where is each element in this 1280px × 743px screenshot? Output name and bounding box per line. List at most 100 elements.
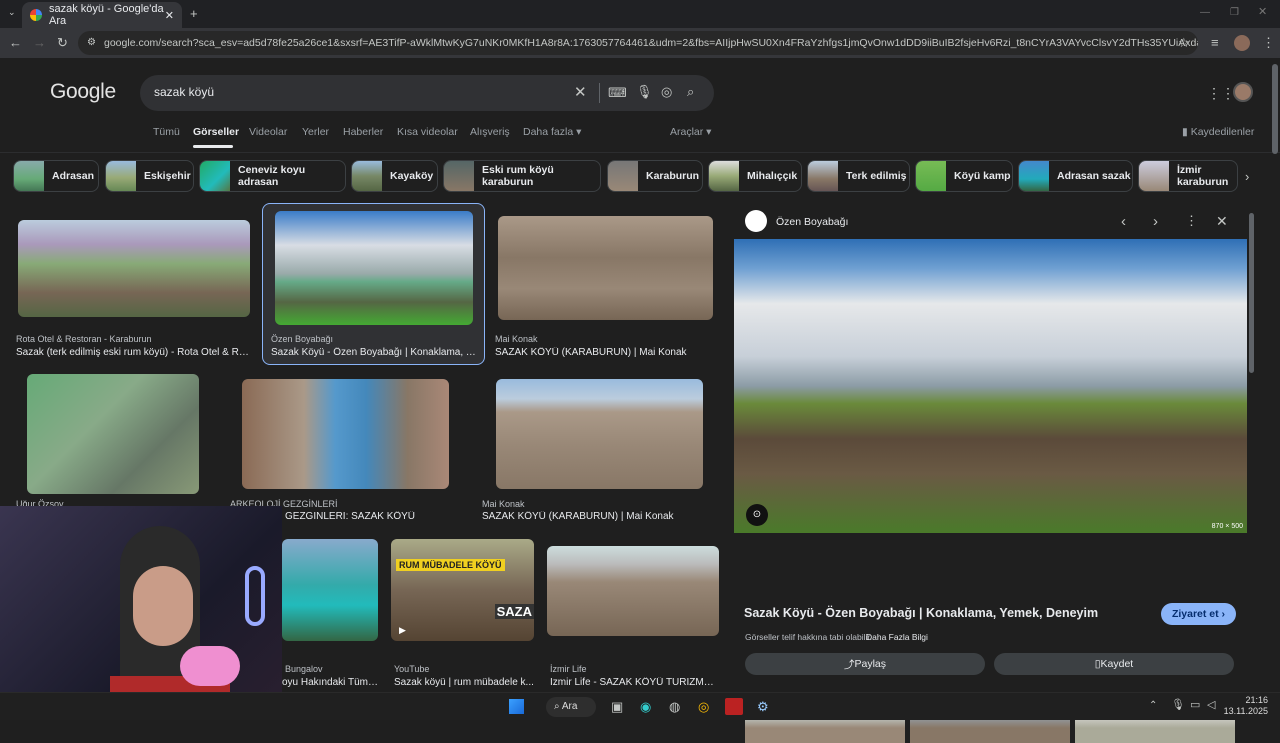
taskbar-search[interactable]: ⌕ Ara bbox=[546, 697, 596, 717]
chip[interactable]: Adrasan bbox=[13, 160, 99, 192]
tab-strip: ⌄ sazak köyü - Google'da Ara ✕ + — ❐ ✕ bbox=[0, 0, 1280, 28]
minimize-icon[interactable]: — bbox=[1200, 8, 1210, 18]
result-title[interactable]: İzmir Life - SAZAK KÖYÜ TURİZME ... bbox=[550, 677, 720, 688]
chip[interactable]: Mihalıççık bbox=[708, 160, 802, 192]
result-image[interactable] bbox=[547, 546, 719, 636]
tools-button[interactable]: Araçlar ▾ bbox=[670, 126, 711, 138]
result-image[interactable] bbox=[27, 374, 199, 494]
tray-overflow-icon[interactable]: ⌃ bbox=[1149, 701, 1157, 711]
url-input[interactable]: ⚙ google.com/search?sca_esv=ad5d78fe25a2… bbox=[78, 31, 1198, 55]
tab-videos[interactable]: Videolar bbox=[249, 126, 287, 138]
lens-icon[interactable]: ◎ bbox=[661, 85, 672, 98]
clock-time[interactable]: 21:16 bbox=[1228, 695, 1268, 705]
tab-short-videos[interactable]: Kısa videolar bbox=[397, 126, 458, 138]
close-tab-icon[interactable]: ✕ bbox=[165, 9, 174, 22]
saved-link[interactable]: ▮ Kaydedilenler bbox=[1182, 126, 1254, 138]
media-icon[interactable]: ≡ bbox=[1211, 36, 1219, 49]
tab-more[interactable]: Daha fazla ▾ bbox=[523, 126, 581, 138]
panel-scrollbar[interactable] bbox=[1249, 213, 1254, 373]
chip[interactable]: Adrasan sazak bbox=[1018, 160, 1133, 192]
chip-thumb bbox=[808, 161, 838, 191]
lens-search-icon[interactable]: ⊙ bbox=[746, 504, 768, 526]
chip[interactable]: Karaburun bbox=[607, 160, 703, 192]
preview-image[interactable]: ⊙ 870 × 500 bbox=[734, 239, 1247, 533]
tab-search-icon[interactable]: ⌄ bbox=[8, 8, 16, 17]
steam-icon[interactable]: ⚙ bbox=[757, 700, 769, 713]
site-info-icon[interactable]: ⚙ bbox=[87, 31, 96, 55]
back-icon[interactable]: ← bbox=[9, 36, 22, 49]
tab-all[interactable]: Tümü bbox=[153, 126, 180, 138]
chip[interactable]: Eski rum köyü karaburun bbox=[443, 160, 601, 192]
result-image[interactable] bbox=[275, 211, 473, 325]
result-title[interactable]: GEZGİNLERİ: SAZAK KÖYÜ bbox=[285, 511, 465, 522]
apps-grid-icon[interactable]: ⋮⋮ bbox=[1207, 86, 1235, 100]
divider bbox=[0, 152, 1280, 153]
browser-menu-icon[interactable]: ⋮ bbox=[1262, 36, 1275, 49]
taskbar: ⌕ Ara ▣ ◉ ◍ ◎ ⚙ ⌃ 🎙 ▭ ◁ 21:16 13.11.2025 bbox=[0, 692, 1280, 720]
app-icon[interactable] bbox=[725, 698, 743, 715]
bookmark-star-icon[interactable]: ☆ bbox=[1178, 36, 1190, 49]
clear-icon[interactable]: ✕ bbox=[574, 85, 587, 100]
result-title[interactable]: SAZAK KÖYÜ (KARABURUN) | Mai Konak bbox=[482, 511, 712, 522]
video-thumbnail[interactable]: RUM MÜBADELE KÖYÜ SAZA ▶ bbox=[391, 539, 534, 641]
result-image[interactable] bbox=[496, 379, 703, 489]
restore-icon[interactable]: ❐ bbox=[1230, 8, 1239, 18]
share-button[interactable]: ⤴ Paylaş bbox=[745, 653, 985, 675]
chip-thumb bbox=[1019, 161, 1049, 191]
close-panel-icon[interactable]: ✕ bbox=[1216, 214, 1228, 228]
chips-next-icon[interactable]: › bbox=[1245, 170, 1249, 183]
forward-icon[interactable]: → bbox=[33, 36, 46, 49]
clock-date[interactable]: 13.11.2025 bbox=[1220, 706, 1268, 716]
chip[interactable]: Terk edilmiş bbox=[807, 160, 910, 192]
reload-icon[interactable]: ↻ bbox=[57, 36, 68, 49]
result-image[interactable] bbox=[242, 379, 449, 489]
app-icon[interactable]: ◍ bbox=[669, 700, 680, 713]
window-close-icon[interactable]: ✕ bbox=[1258, 7, 1267, 18]
tab-shopping[interactable]: Alışveriş bbox=[470, 126, 510, 138]
next-icon[interactable]: › bbox=[1153, 214, 1158, 229]
result-image[interactable] bbox=[18, 220, 250, 317]
result-title[interactable]: Sazak köyü | rum mübadele k... bbox=[394, 677, 534, 688]
profile-avatar[interactable] bbox=[1234, 35, 1250, 51]
chip[interactable]: Eskişehir bbox=[105, 160, 194, 192]
task-view-icon[interactable]: ▣ bbox=[611, 700, 623, 713]
chip[interactable]: Ceneviz koyu adrasan bbox=[199, 160, 346, 192]
google-logo[interactable]: Google bbox=[50, 80, 116, 104]
browser-tab[interactable]: sazak köyü - Google'da Ara ✕ bbox=[22, 2, 182, 28]
result-image[interactable] bbox=[282, 539, 378, 641]
search-box[interactable]: sazak köyü ✕ ⌨ 🎙 ◎ ⌕ bbox=[140, 75, 714, 111]
chip[interactable]: Köyü kamp bbox=[915, 160, 1013, 192]
result-title[interactable]: Sazak Köyü - Özen Boyabağı | Konaklama, … bbox=[271, 347, 476, 358]
visit-button[interactable]: Ziyaret et › bbox=[1161, 603, 1236, 625]
search-icon[interactable]: ⌕ bbox=[687, 85, 694, 98]
chip[interactable]: Kayaköy bbox=[351, 160, 438, 192]
tab-news[interactable]: Haberler bbox=[343, 126, 383, 138]
tab-places[interactable]: Yerler bbox=[302, 126, 329, 138]
new-tab-icon[interactable]: + bbox=[190, 7, 198, 20]
result-image[interactable] bbox=[498, 216, 713, 320]
panel-source[interactable]: Özen Boyabağı bbox=[776, 216, 848, 228]
volume-icon[interactable]: ◁ bbox=[1207, 700, 1215, 711]
more-options-icon[interactable]: ⋮ bbox=[1185, 214, 1198, 227]
panel-title[interactable]: Sazak Köyü - Özen Boyabağı | Konaklama, … bbox=[744, 606, 1098, 620]
mic-tray-icon[interactable]: 🎙 bbox=[1171, 700, 1185, 711]
keyboard-icon[interactable]: ⌨ bbox=[608, 86, 627, 99]
more-info-link[interactable]: Daha Fazla Bilgi bbox=[866, 632, 928, 642]
save-button[interactable]: ▯ Kaydet bbox=[994, 653, 1234, 675]
tab-images[interactable]: Görseller bbox=[193, 126, 239, 138]
result-title[interactable]: Sazak (terk edilmiş eski rum köyü) - Rot… bbox=[16, 347, 254, 358]
edge-icon[interactable]: ◉ bbox=[640, 700, 651, 713]
result-title[interactable]: SAZAK KÖYÜ (KARABURUN) | Mai Konak bbox=[495, 347, 715, 358]
chip-thumb bbox=[444, 161, 474, 191]
result-title[interactable]: oyu Hakındaki Tüm ... bbox=[282, 677, 378, 688]
chrome-icon[interactable]: ◎ bbox=[698, 700, 709, 713]
chip[interactable]: İzmir karaburun bbox=[1138, 160, 1238, 192]
account-avatar[interactable] bbox=[1233, 82, 1253, 102]
mic-icon[interactable]: 🎙 bbox=[636, 85, 653, 98]
network-icon[interactable]: ▭ bbox=[1190, 700, 1200, 711]
start-icon[interactable] bbox=[509, 699, 524, 714]
prev-icon[interactable]: ‹ bbox=[1121, 214, 1126, 229]
chip-label: Terk edilmiş bbox=[846, 170, 907, 182]
page-scrollbar[interactable] bbox=[1272, 64, 1278, 154]
chip-label: Adrasan sazak bbox=[1057, 170, 1131, 182]
